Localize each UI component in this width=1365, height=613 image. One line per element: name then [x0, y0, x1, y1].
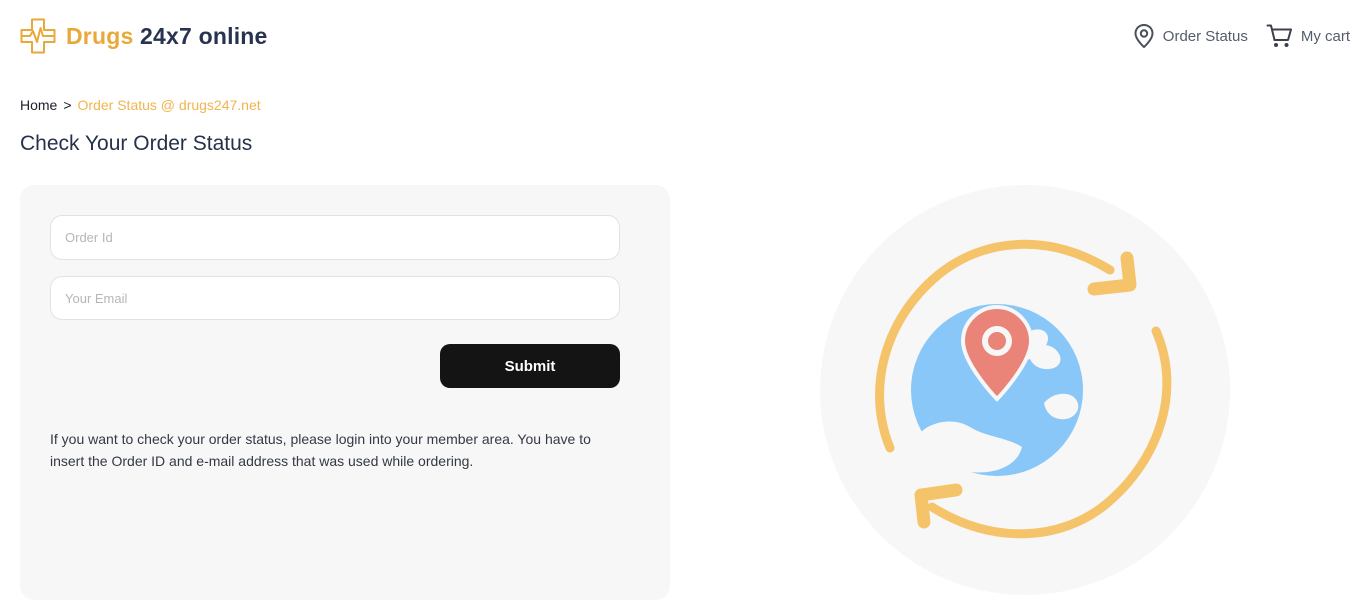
header-nav: Order Status My cart [1133, 22, 1350, 50]
shopping-cart-icon [1266, 24, 1292, 47]
breadcrumb-separator: > [63, 97, 72, 113]
breadcrumb-home-link[interactable]: Home [20, 97, 57, 113]
breadcrumb: Home > Order Status @ drugs247.net [20, 97, 261, 113]
my-cart-link[interactable]: My cart [1266, 23, 1350, 49]
order-tracking-illustration [820, 185, 1230, 595]
order-status-info-text: If you want to check your order status, … [50, 431, 591, 469]
submit-button[interactable]: Submit [440, 344, 620, 388]
site-logo[interactable]: Drugs 24x7 online [20, 18, 268, 54]
medical-cross-pulse-icon [20, 18, 56, 54]
page-title: Check Your Order Status [20, 132, 253, 155]
site-header: Drugs 24x7 online Order Status My cart [0, 0, 1365, 72]
my-cart-label: My cart [1300, 27, 1350, 45]
order-status-link[interactable]: Order Status [1133, 23, 1248, 49]
breadcrumb-current: Order Status @ drugs247.net [77, 97, 261, 113]
map-pin-icon [1134, 24, 1154, 48]
logo-word-brand: Drugs [66, 23, 134, 49]
order-status-form-card: Submit If you want to check your order s… [20, 185, 670, 600]
logo-text: Drugs 24x7 online [66, 18, 268, 54]
order-id-input[interactable] [50, 215, 620, 260]
order-status-label: Order Status [1162, 27, 1248, 45]
globe-location-refresh-icon [820, 185, 1230, 595]
email-input[interactable] [50, 276, 620, 320]
logo-word-suffix: 24x7 online [140, 23, 268, 49]
